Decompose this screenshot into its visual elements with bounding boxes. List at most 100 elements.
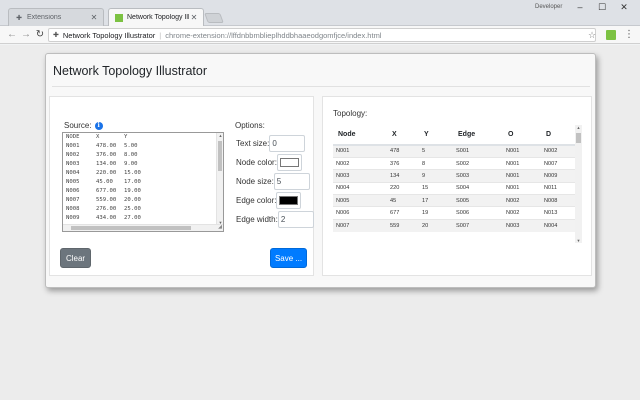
edge-color-row: Edge color:: [236, 192, 302, 209]
table-cell: N008: [541, 194, 576, 207]
table-cell: 5: [419, 144, 453, 158]
topology-table: Node X Y Edge O D N001 478 5 S001 N001 N002 N002 376…: [333, 125, 576, 232]
input-panel: Source: i NODE X Y N001 478.00 5.00 N002 376.00…: [49, 96, 314, 276]
source-cell: 434.00: [96, 215, 117, 221]
close-icon[interactable]: ✕: [89, 13, 99, 22]
source-line: N008 276.00 25.00: [63, 205, 223, 214]
maximize-icon[interactable]: ☐: [592, 2, 612, 13]
table-cell: 677: [387, 206, 419, 220]
topology-label: Topology:: [333, 109, 368, 118]
source-cell: 25.00: [124, 206, 141, 212]
table-cell: N001: [503, 156, 541, 170]
scroll-down-icon[interactable]: ▼: [575, 238, 582, 243]
table-cell: S004: [453, 181, 503, 195]
source-cell: 9.00: [124, 161, 138, 167]
source-cell: 478.00: [96, 143, 117, 149]
node-size-input[interactable]: [273, 173, 310, 190]
table-cell: 478: [387, 144, 419, 158]
table-cell: N002: [503, 194, 541, 207]
minimize-icon[interactable]: –: [570, 2, 590, 12]
column-header: Node: [333, 125, 387, 146]
table-cell: S001: [453, 144, 503, 158]
topology-scrollbar[interactable]: ▲ ▼: [575, 125, 582, 243]
browser-toolbar: ← → ↻ ✚ Network Topology Illustrator | c…: [0, 26, 640, 44]
tab-strip: ✚ Extensions ✕ Network Topology Illustr …: [0, 0, 640, 26]
table-cell: N004: [541, 218, 576, 232]
bookmark-star-icon[interactable]: ☆: [588, 28, 596, 42]
address-bar[interactable]: ✚ Network Topology Illustrator | chrome-…: [48, 28, 596, 42]
table-cell: N002: [333, 156, 387, 170]
source-line: N005 45.00 17.00: [63, 178, 223, 187]
vertical-scrollbar[interactable]: ▲ ▼: [216, 133, 223, 225]
new-tab-button[interactable]: [204, 13, 224, 23]
source-cell: 134.00: [96, 161, 117, 167]
source-line: N003 134.00 9.00: [63, 160, 223, 169]
node-color-label: Node color:: [236, 158, 277, 167]
node-size-row: Node size:: [236, 173, 310, 190]
table-cell: 9: [419, 169, 453, 183]
back-icon[interactable]: ←: [6, 28, 18, 42]
source-cell: 20.00: [124, 197, 141, 203]
source-line: N001 478.00 5.00: [63, 142, 223, 151]
reload-icon[interactable]: ↻: [34, 28, 46, 42]
table-cell: S003: [453, 169, 503, 183]
table-cell: N002: [541, 144, 576, 158]
column-header: Y: [419, 125, 453, 146]
source-cell: N004: [66, 170, 80, 176]
table-cell: 376: [387, 156, 419, 170]
main-card: Network Topology Illustrator Source: i N…: [45, 53, 596, 288]
extension-page-icon: ✚: [53, 32, 59, 39]
extension-action-icon[interactable]: [606, 30, 616, 40]
clear-button[interactable]: Clear: [60, 248, 91, 268]
column-header: O: [503, 125, 541, 146]
table-cell: 20: [419, 218, 453, 232]
table-cell: 134: [387, 169, 419, 183]
source-line: N006 677.00 19.00: [63, 187, 223, 196]
tab-extensions[interactable]: ✚ Extensions ✕: [8, 8, 104, 26]
page-title: Network Topology Illustrator: [53, 64, 208, 78]
browser-menu-icon[interactable]: ⋮: [624, 28, 634, 42]
info-icon[interactable]: i: [94, 121, 103, 130]
url-text: chrome-extension://lffdnbbmblieplhddbhaa…: [165, 30, 382, 40]
node-color-picker[interactable]: [276, 154, 302, 171]
table-row: N005 45 17 S005 N002 N008: [333, 194, 576, 207]
window-close-icon[interactable]: ✕: [614, 2, 634, 13]
text-size-input[interactable]: [269, 135, 306, 152]
forward-icon[interactable]: →: [20, 28, 32, 42]
edge-color-label: Edge color:: [236, 196, 277, 205]
horizontal-scrollbar[interactable]: [63, 224, 223, 231]
table-row: N002 376 8 S002 N001 N007: [333, 156, 576, 170]
source-cell: 8.00: [124, 152, 138, 158]
source-cell: 559.00: [96, 197, 117, 203]
scroll-up-icon[interactable]: ▲: [217, 133, 223, 138]
resize-grip-icon[interactable]: ◢: [218, 224, 222, 230]
table-cell: N009: [541, 169, 576, 183]
tab-network-topology[interactable]: Network Topology Illustr ✕: [108, 8, 204, 26]
puzzle-icon: ✚: [16, 14, 22, 22]
table-cell: 8: [419, 156, 453, 170]
profile-name[interactable]: Developer: [535, 4, 562, 10]
source-cell: N006: [66, 188, 80, 194]
table-row: N004 220 15 S004 N001 N011: [333, 181, 576, 195]
node-color-row: Node color:: [236, 154, 302, 171]
table-cell: N004: [333, 181, 387, 195]
table-cell: N006: [333, 206, 387, 220]
close-icon[interactable]: ✕: [189, 13, 199, 22]
source-cell: N001: [66, 143, 80, 149]
table-cell: N007: [333, 218, 387, 232]
table-cell: N007: [541, 156, 576, 170]
edge-width-input[interactable]: [277, 211, 314, 228]
edge-color-picker[interactable]: [276, 192, 302, 209]
source-cell: 276.00: [96, 206, 117, 212]
scroll-up-icon[interactable]: ▲: [575, 125, 582, 130]
source-cell: 45.00: [96, 179, 113, 185]
table-cell: 19: [419, 206, 453, 220]
topology-table-container: Node X Y Edge O D N001 478 5 S001 N001 N002 N002 376…: [333, 125, 583, 243]
table-cell: N003: [503, 218, 541, 232]
source-textarea[interactable]: NODE X Y N001 478.00 5.00 N002 376.00 8.00 N003 13…: [62, 132, 224, 232]
table-header-row: Node X Y Edge O D: [333, 125, 576, 146]
edge-width-label: Edge width:: [236, 215, 278, 224]
table-cell: S007: [453, 218, 503, 232]
save-button[interactable]: Save ...: [270, 248, 307, 268]
app-favicon-icon: [115, 13, 123, 22]
